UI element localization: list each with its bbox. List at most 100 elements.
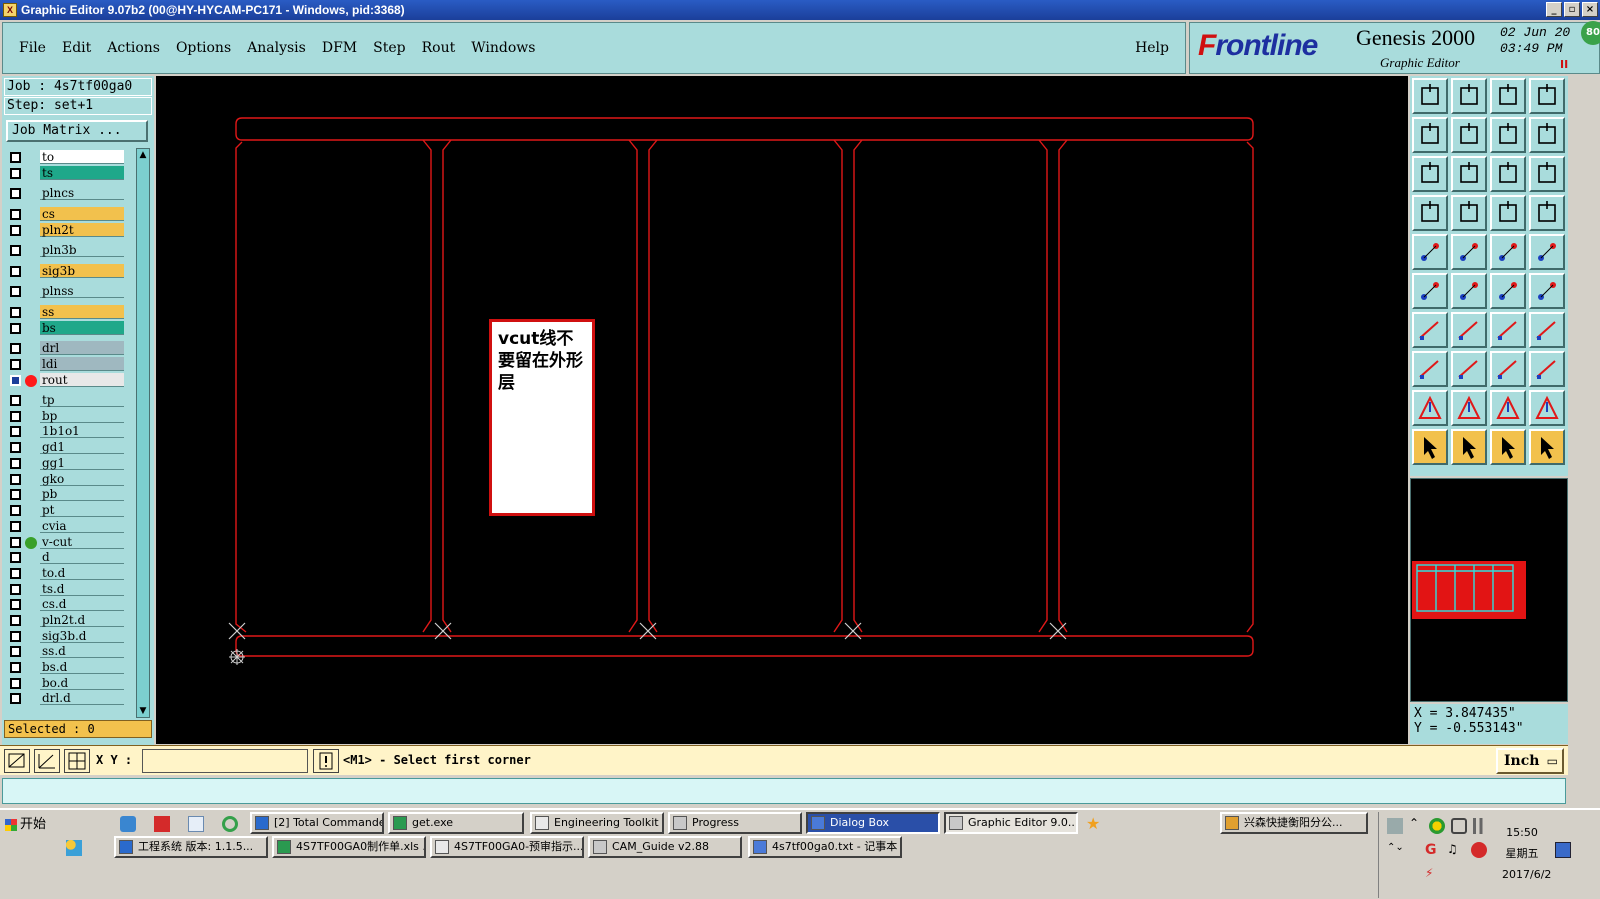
layer-name[interactable]: v-cut [40, 535, 124, 549]
layer-checkbox[interactable] [10, 359, 21, 370]
task-graphic-editor[interactable]: Graphic Editor 9.0... [944, 812, 1078, 834]
tray-usb-icon[interactable] [1451, 818, 1467, 834]
rotate-icon[interactable] [1490, 312, 1526, 348]
layer-checkbox[interactable] [10, 646, 21, 657]
layer-name[interactable]: pln2t [40, 223, 124, 237]
zoom-fit-icon[interactable] [1412, 156, 1448, 192]
overview-minimap[interactable] [1410, 478, 1568, 702]
stretch-icon[interactable] [1490, 351, 1526, 387]
layer-name[interactable]: sig3b [40, 264, 124, 278]
task-dialog-box[interactable]: Dialog Box [806, 812, 940, 834]
menu-file[interactable]: File [19, 40, 46, 56]
xy-input[interactable] [142, 749, 308, 773]
select-poly-icon[interactable] [1490, 429, 1526, 465]
star-app-icon[interactable]: ★ [1086, 816, 1102, 832]
pan-left-icon[interactable] [1412, 117, 1448, 153]
layer-checkbox[interactable] [10, 662, 21, 673]
layer-name[interactable]: bs.d [40, 660, 124, 674]
layer-row-rout[interactable]: rout [6, 373, 134, 388]
layer-name[interactable]: cs.d [40, 597, 124, 611]
layer-name[interactable]: gd1 [40, 440, 124, 454]
layer-checkbox[interactable] [10, 307, 21, 318]
layer-checkbox[interactable] [10, 188, 21, 199]
layer-row-bp[interactable]: bp [6, 409, 134, 424]
add-line-icon[interactable] [1451, 234, 1487, 270]
undo-view-icon[interactable] [1490, 117, 1526, 153]
task-total-commander[interactable]: [2] Total Commander... [250, 812, 384, 834]
select-icon[interactable] [1412, 429, 1448, 465]
select-box-icon[interactable] [1451, 429, 1487, 465]
layer-name[interactable]: bp [40, 409, 124, 423]
ruler-icon[interactable] [1490, 234, 1526, 270]
layer-row-ss.d[interactable]: ss.d [6, 644, 134, 659]
layer-checkbox[interactable] [10, 266, 21, 277]
layer-name[interactable]: pln2t.d [40, 613, 124, 627]
triangle-c-icon[interactable] [1490, 390, 1526, 426]
close-button[interactable]: × [1582, 2, 1598, 17]
layer-down-icon[interactable] [1451, 78, 1487, 114]
layer-checkbox[interactable] [10, 631, 21, 642]
layer-name[interactable]: bs [40, 321, 124, 335]
triangle-b-icon[interactable] [1451, 390, 1487, 426]
layer-name[interactable]: pln3b [40, 243, 124, 257]
layer-name[interactable]: pb [40, 487, 124, 501]
menu-analysis[interactable]: Analysis [247, 40, 306, 56]
layer-row-ldi[interactable]: ldi [6, 357, 134, 372]
layer-name[interactable]: ts.d [40, 582, 124, 596]
layer-row-plnss[interactable]: plnss [6, 284, 134, 299]
tray-display-icon[interactable] [1555, 842, 1571, 858]
browser-quicklaunch-icon[interactable] [222, 816, 238, 832]
task-engineering-system[interactable]: 工程系统 版本: 1.1.5... [114, 836, 268, 858]
task-engineering-toolkit[interactable]: Engineering Toolkit 9... [530, 812, 664, 834]
zoom-window-icon[interactable] [4, 749, 30, 773]
system-clock[interactable]: 15:50 星期五 2017/6/2 [1502, 822, 1551, 885]
task-notepad[interactable]: 4s7tf00ga0.txt - 记事本 [748, 836, 902, 858]
graphic-canvas[interactable]: vcut线不要留在外形层 [156, 76, 1408, 744]
layer-checkbox[interactable] [10, 584, 21, 595]
layer-checkbox[interactable] [10, 505, 21, 516]
layer-name[interactable]: rout [40, 373, 124, 387]
minus-tool-icon[interactable] [1451, 351, 1487, 387]
task-xingsen[interactable]: 兴森快捷衡阳分公... [1220, 812, 1368, 834]
task-making-sheet[interactable]: 4S7TF00GA0制作单.xls ... [272, 836, 426, 858]
select-net-icon[interactable] [1529, 429, 1565, 465]
layer-row-plncs[interactable]: plncs [6, 186, 134, 201]
layer-row-cs.d[interactable]: cs.d [6, 597, 134, 612]
layer-checkbox[interactable] [10, 552, 21, 563]
layer-row-ss[interactable]: ss [6, 305, 134, 320]
layer-checkbox[interactable] [10, 343, 21, 354]
layer-checkbox[interactable] [10, 599, 21, 610]
pattern-icon[interactable] [1529, 351, 1565, 387]
menu-help[interactable]: Help [1135, 40, 1169, 56]
help-icon[interactable] [1529, 156, 1565, 192]
layer-checkbox[interactable] [10, 678, 21, 689]
layer-name[interactable]: to [40, 150, 124, 164]
layer-name[interactable]: cvia [40, 519, 124, 533]
layer-checkbox[interactable] [10, 168, 21, 179]
layer-row-ts.d[interactable]: ts.d [6, 582, 134, 597]
fill-circle-icon[interactable] [1529, 234, 1565, 270]
layer-name[interactable]: drl [40, 341, 124, 355]
layer-checkbox[interactable] [10, 442, 21, 453]
layer-row-cvia[interactable]: cvia [6, 519, 134, 534]
layer-name[interactable]: ldi [40, 357, 124, 371]
tray-flash-icon[interactable]: ⚡ [1425, 866, 1441, 882]
settings-icon[interactable] [1412, 195, 1448, 231]
snap-grey-icon[interactable] [1529, 195, 1565, 231]
layer-name[interactable]: pt [40, 503, 124, 517]
layer-row-gd1[interactable]: gd1 [6, 440, 134, 455]
layer-row-to.d[interactable]: to.d [6, 566, 134, 581]
home-icon[interactable] [1490, 78, 1526, 114]
layer-row-drl.d[interactable]: drl.d [6, 691, 134, 706]
redraw-icon[interactable] [1529, 117, 1565, 153]
layer-name[interactable]: ts [40, 166, 124, 180]
window-split-icon[interactable] [1529, 78, 1565, 114]
layer-name[interactable]: tp [40, 393, 124, 407]
menu-rout[interactable]: Rout [422, 40, 456, 56]
alert-icon[interactable] [313, 749, 339, 773]
layer-checkbox[interactable] [10, 693, 21, 704]
layer-row-pln2t[interactable]: pln2t [6, 223, 134, 238]
tray-scroll-icon[interactable]: ⌃⌄ [1387, 842, 1404, 858]
layer-row-gko[interactable]: gko [6, 472, 134, 487]
layer-name[interactable]: gko [40, 472, 124, 486]
